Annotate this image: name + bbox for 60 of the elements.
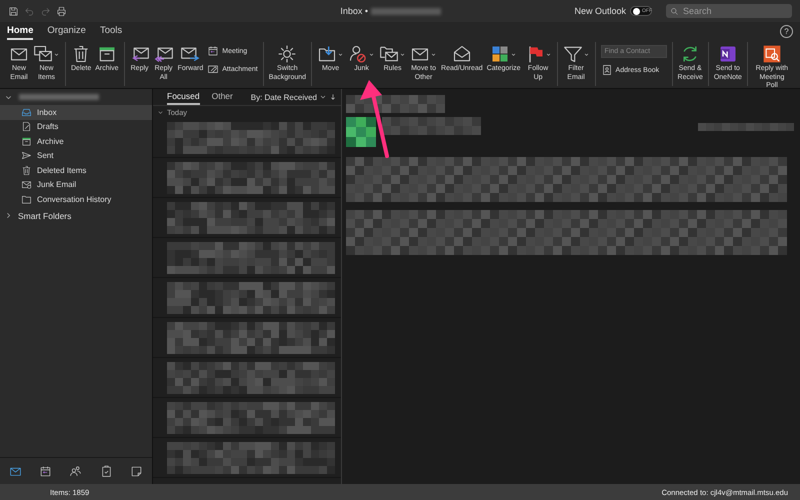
- folder-arrow-icon: [317, 44, 338, 64]
- pixelated-avatar: [346, 117, 376, 147]
- folder-item[interactable]: Sent: [0, 148, 152, 163]
- ribbon-tab[interactable]: Organize: [47, 22, 86, 40]
- funnel-icon: [562, 44, 583, 64]
- message-tab[interactable]: Focused: [167, 89, 200, 105]
- archive-box-icon: [21, 136, 32, 147]
- folder-item[interactable]: Conversation History: [0, 192, 152, 206]
- window-title: Inbox •: [340, 6, 368, 16]
- chevron-icon[interactable]: [319, 93, 327, 101]
- color-squares-icon: [490, 44, 510, 64]
- search-input[interactable]: Search: [683, 6, 783, 16]
- search-icon: [670, 6, 679, 16]
- folder-item[interactable]: Junk Email: [0, 178, 152, 192]
- toggle-label: New Outlook: [574, 6, 626, 16]
- caret-icon[interactable]: [368, 50, 376, 58]
- caret-icon[interactable]: [430, 50, 438, 58]
- undo-icon[interactable]: [24, 6, 35, 16]
- ribbon-tab[interactable]: Tools: [100, 22, 122, 40]
- clipboard-check-icon[interactable]: [100, 464, 113, 478]
- draft-icon: [21, 121, 32, 132]
- save-icon[interactable]: [8, 6, 19, 16]
- help-button[interactable]: ?: [780, 24, 793, 38]
- redacted-text: [371, 8, 442, 14]
- folder-item[interactable]: Inbox: [0, 105, 152, 120]
- caret-icon[interactable]: [53, 50, 60, 58]
- folder-envelope-icon: [379, 44, 400, 64]
- calendar-icon[interactable]: [39, 464, 52, 478]
- folder-group[interactable]: Smart Folders: [0, 206, 152, 224]
- caret-icon[interactable]: [510, 50, 518, 58]
- attachment-icon: [207, 63, 220, 75]
- redo-icon[interactable]: [40, 6, 51, 16]
- address-book-icon: [600, 64, 613, 76]
- sort-arrow-icon[interactable]: [329, 93, 337, 101]
- folder-item[interactable]: Archive: [0, 134, 152, 148]
- open-envelope-icon: [452, 44, 472, 64]
- poll-icon: [762, 44, 782, 64]
- search-field[interactable]: Search: [666, 4, 792, 18]
- note-icon[interactable]: [130, 464, 144, 478]
- inbox-icon: [21, 106, 32, 118]
- notebook-icon: [718, 44, 738, 64]
- sort-button[interactable]: By: Date Received: [250, 92, 317, 102]
- person-blocked-icon: [348, 44, 368, 64]
- caret-icon[interactable]: [544, 50, 552, 58]
- folder-item[interactable]: Drafts: [0, 120, 152, 134]
- calendar-icon: [207, 45, 220, 57]
- junk-mail-icon: [21, 179, 32, 190]
- printer-icon[interactable]: [56, 6, 67, 16]
- trash-can-icon: [21, 164, 32, 176]
- envelope-stack-icon: [33, 44, 53, 64]
- sun-icon: [277, 44, 298, 64]
- send-icon: [21, 150, 32, 162]
- message-tab[interactable]: Other: [212, 89, 233, 105]
- folder-icon: [21, 194, 32, 205]
- caret-icon[interactable]: [337, 50, 344, 58]
- caret-icon[interactable]: [582, 50, 590, 58]
- folder-item[interactable]: Deleted Items: [0, 163, 152, 178]
- caret-icon[interactable]: [399, 50, 406, 58]
- people-icon[interactable]: [69, 464, 82, 478]
- chevron-icon[interactable]: [157, 108, 164, 116]
